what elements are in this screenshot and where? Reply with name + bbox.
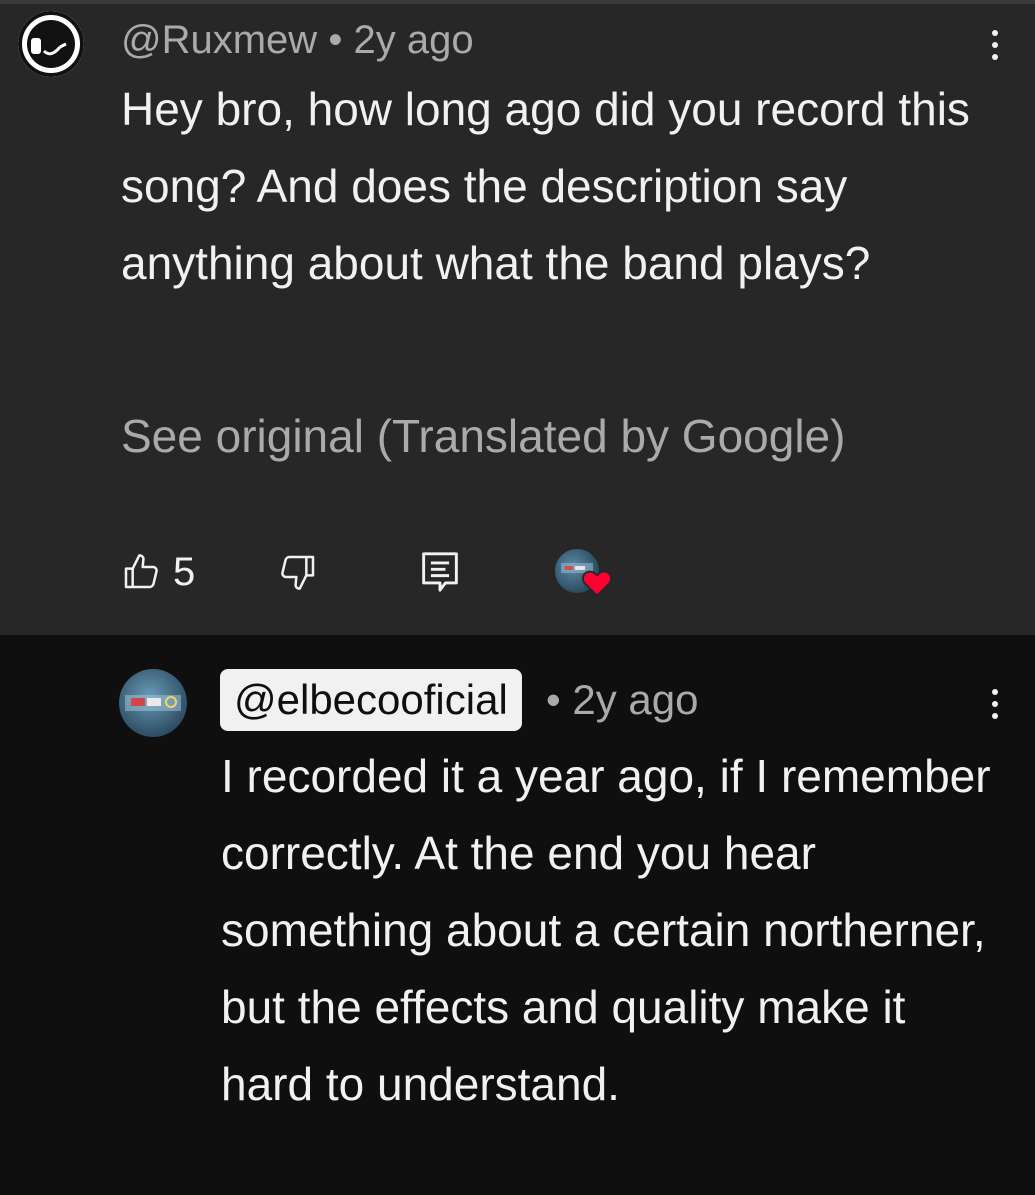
see-original-link[interactable]: See original (Translated by Google) bbox=[121, 406, 845, 466]
reply-more-button[interactable] bbox=[982, 682, 1008, 726]
comment-actions: 5 bbox=[0, 544, 1035, 604]
reply-text: I recorded it a year ago, if I remember … bbox=[221, 750, 991, 1110]
reply-author-handle[interactable]: @elbecooficial bbox=[220, 669, 522, 731]
thumbs-up-icon bbox=[124, 554, 158, 589]
like-button[interactable]: 5 bbox=[121, 550, 195, 594]
dislike-button[interactable] bbox=[278, 552, 318, 592]
reply-icon bbox=[422, 552, 458, 592]
more-vert-icon bbox=[992, 689, 998, 695]
comment-timestamp[interactable]: 2y ago bbox=[353, 18, 473, 62]
reply-timestamp[interactable]: 2y ago bbox=[572, 676, 698, 723]
more-vert-icon bbox=[992, 30, 998, 36]
meta-separator: • bbox=[546, 676, 561, 723]
face-avatar-icon bbox=[18, 11, 84, 77]
creator-heart-badge[interactable] bbox=[555, 549, 612, 601]
like-count: 5 bbox=[173, 550, 196, 594]
thumbs-down-icon bbox=[281, 555, 315, 590]
reply-item: @elbecooficial • 2y ago I recorded it a … bbox=[0, 635, 1035, 1195]
comment-more-button[interactable] bbox=[982, 23, 1008, 67]
comment-author-handle[interactable]: @Ruxmew bbox=[121, 18, 317, 62]
channel-logo-icon bbox=[125, 695, 181, 711]
comment-thread: @Ruxmew • 2y ago Hey bro, how long ago d… bbox=[0, 4, 1035, 635]
reply-meta: • 2y ago bbox=[546, 675, 699, 725]
reply-button[interactable] bbox=[420, 550, 460, 594]
comment-meta: @Ruxmew • 2y ago bbox=[121, 16, 474, 64]
replier-avatar[interactable] bbox=[119, 669, 187, 737]
comment-text: Hey bro, how long ago did you record thi… bbox=[121, 83, 970, 289]
commenter-avatar[interactable] bbox=[18, 11, 84, 77]
creator-heart-icon bbox=[582, 570, 612, 597]
meta-separator: • bbox=[328, 18, 343, 62]
